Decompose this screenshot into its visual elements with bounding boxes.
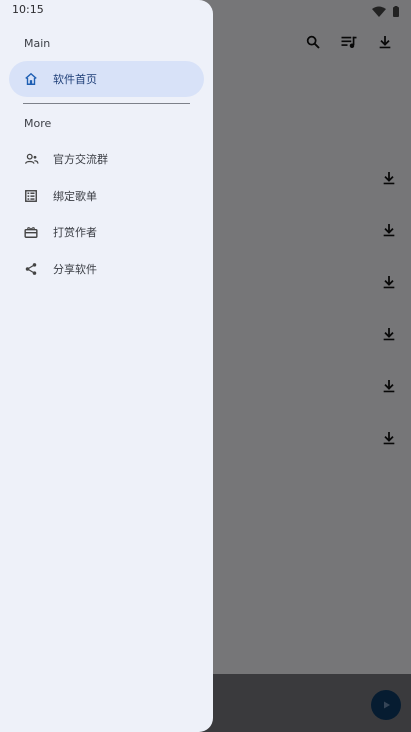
status-icons (371, 3, 401, 17)
nav-item-label: 绑定歌单 (53, 190, 97, 203)
wifi-icon (372, 6, 386, 17)
phone-screen: 10:15 Main 软件首页 More 官方交流群 绑定歌单 打赏作者 分享软… (0, 0, 411, 732)
share-icon (23, 261, 39, 277)
nav-item-group[interactable]: 官方交流群 (9, 141, 204, 177)
nav-item-label: 分享软件 (53, 263, 97, 276)
nav-item-label: 软件首页 (53, 73, 97, 86)
nav-item-share[interactable]: 分享软件 (9, 251, 204, 287)
gift-icon (23, 224, 39, 240)
home-icon (23, 71, 39, 87)
nav-item-donate[interactable]: 打赏作者 (9, 214, 204, 250)
section-title-main: Main (24, 37, 51, 50)
status-time: 10:15 (12, 3, 44, 16)
battery-icon (393, 6, 399, 17)
nav-item-bind-playlist[interactable]: 绑定歌单 (9, 178, 204, 214)
nav-item-label: 官方交流群 (53, 153, 108, 166)
nav-item-home[interactable]: 软件首页 (9, 61, 204, 97)
section-title-more: More (24, 117, 52, 130)
nav-item-label: 打赏作者 (53, 226, 97, 239)
list-icon (23, 188, 39, 204)
section-divider (23, 103, 190, 104)
navigation-drawer: Main 软件首页 More 官方交流群 绑定歌单 打赏作者 分享软件 (0, 0, 213, 732)
group-icon (23, 151, 39, 167)
